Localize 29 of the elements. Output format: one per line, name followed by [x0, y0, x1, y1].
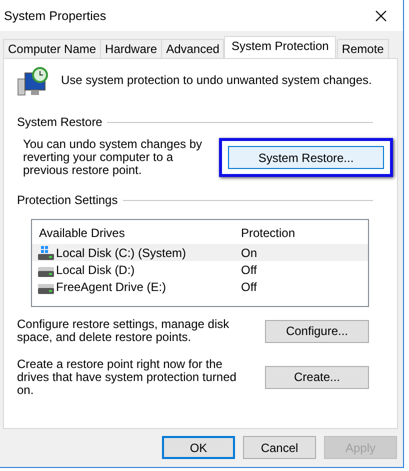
dialog-button[interactable]: Cancel: [243, 436, 316, 459]
intro-text: Use system protection to undo unwanted system changes.: [61, 73, 372, 87]
drive-name: Local Disk (D:): [56, 262, 135, 276]
protection-status: On: [241, 246, 258, 260]
protection-status: Off: [241, 262, 257, 276]
action-button[interactable]: Configure...: [265, 320, 369, 342]
drive-name: Local Disk (C:) (System): [56, 246, 186, 260]
drive-name: FreeAgent Drive (E:): [56, 280, 166, 294]
tab[interactable]: Advanced: [161, 39, 224, 58]
drive-row[interactable]: FreeAgent Drive (E:) Off: [32, 278, 368, 295]
description-text: Configure restore settings, manage disk space, and delete restore points.: [17, 318, 230, 344]
drive-row[interactable]: Local Disk (C:) (System) On: [32, 244, 368, 261]
description-text: Create a restore point right now for the drives that have system protection turned on.: [17, 358, 237, 396]
window-title: System Properties: [4, 8, 106, 22]
description-text: You can undo system changes by reverting your computer to a previous restore point.: [23, 138, 204, 177]
action-button[interactable]: Create...: [265, 366, 369, 388]
drive-icon: [37, 244, 55, 260]
group-heading: System Restore: [17, 115, 102, 129]
protection-status: Off: [241, 280, 257, 294]
drive-row[interactable]: Local Disk (D:) Off: [32, 261, 368, 278]
column-header: Protection: [241, 226, 296, 240]
group-heading: Protection Settings: [17, 193, 118, 207]
system-restore-button[interactable]: System Restore...: [228, 146, 384, 169]
column-header: Available Drives: [39, 226, 126, 240]
tab[interactable]: Remote: [336, 39, 389, 58]
dialog-button[interactable]: OK: [162, 436, 235, 459]
close-icon: [375, 10, 387, 22]
tab[interactable]: System Protection: [224, 36, 336, 58]
tab[interactable]: Computer Name: [3, 39, 102, 58]
